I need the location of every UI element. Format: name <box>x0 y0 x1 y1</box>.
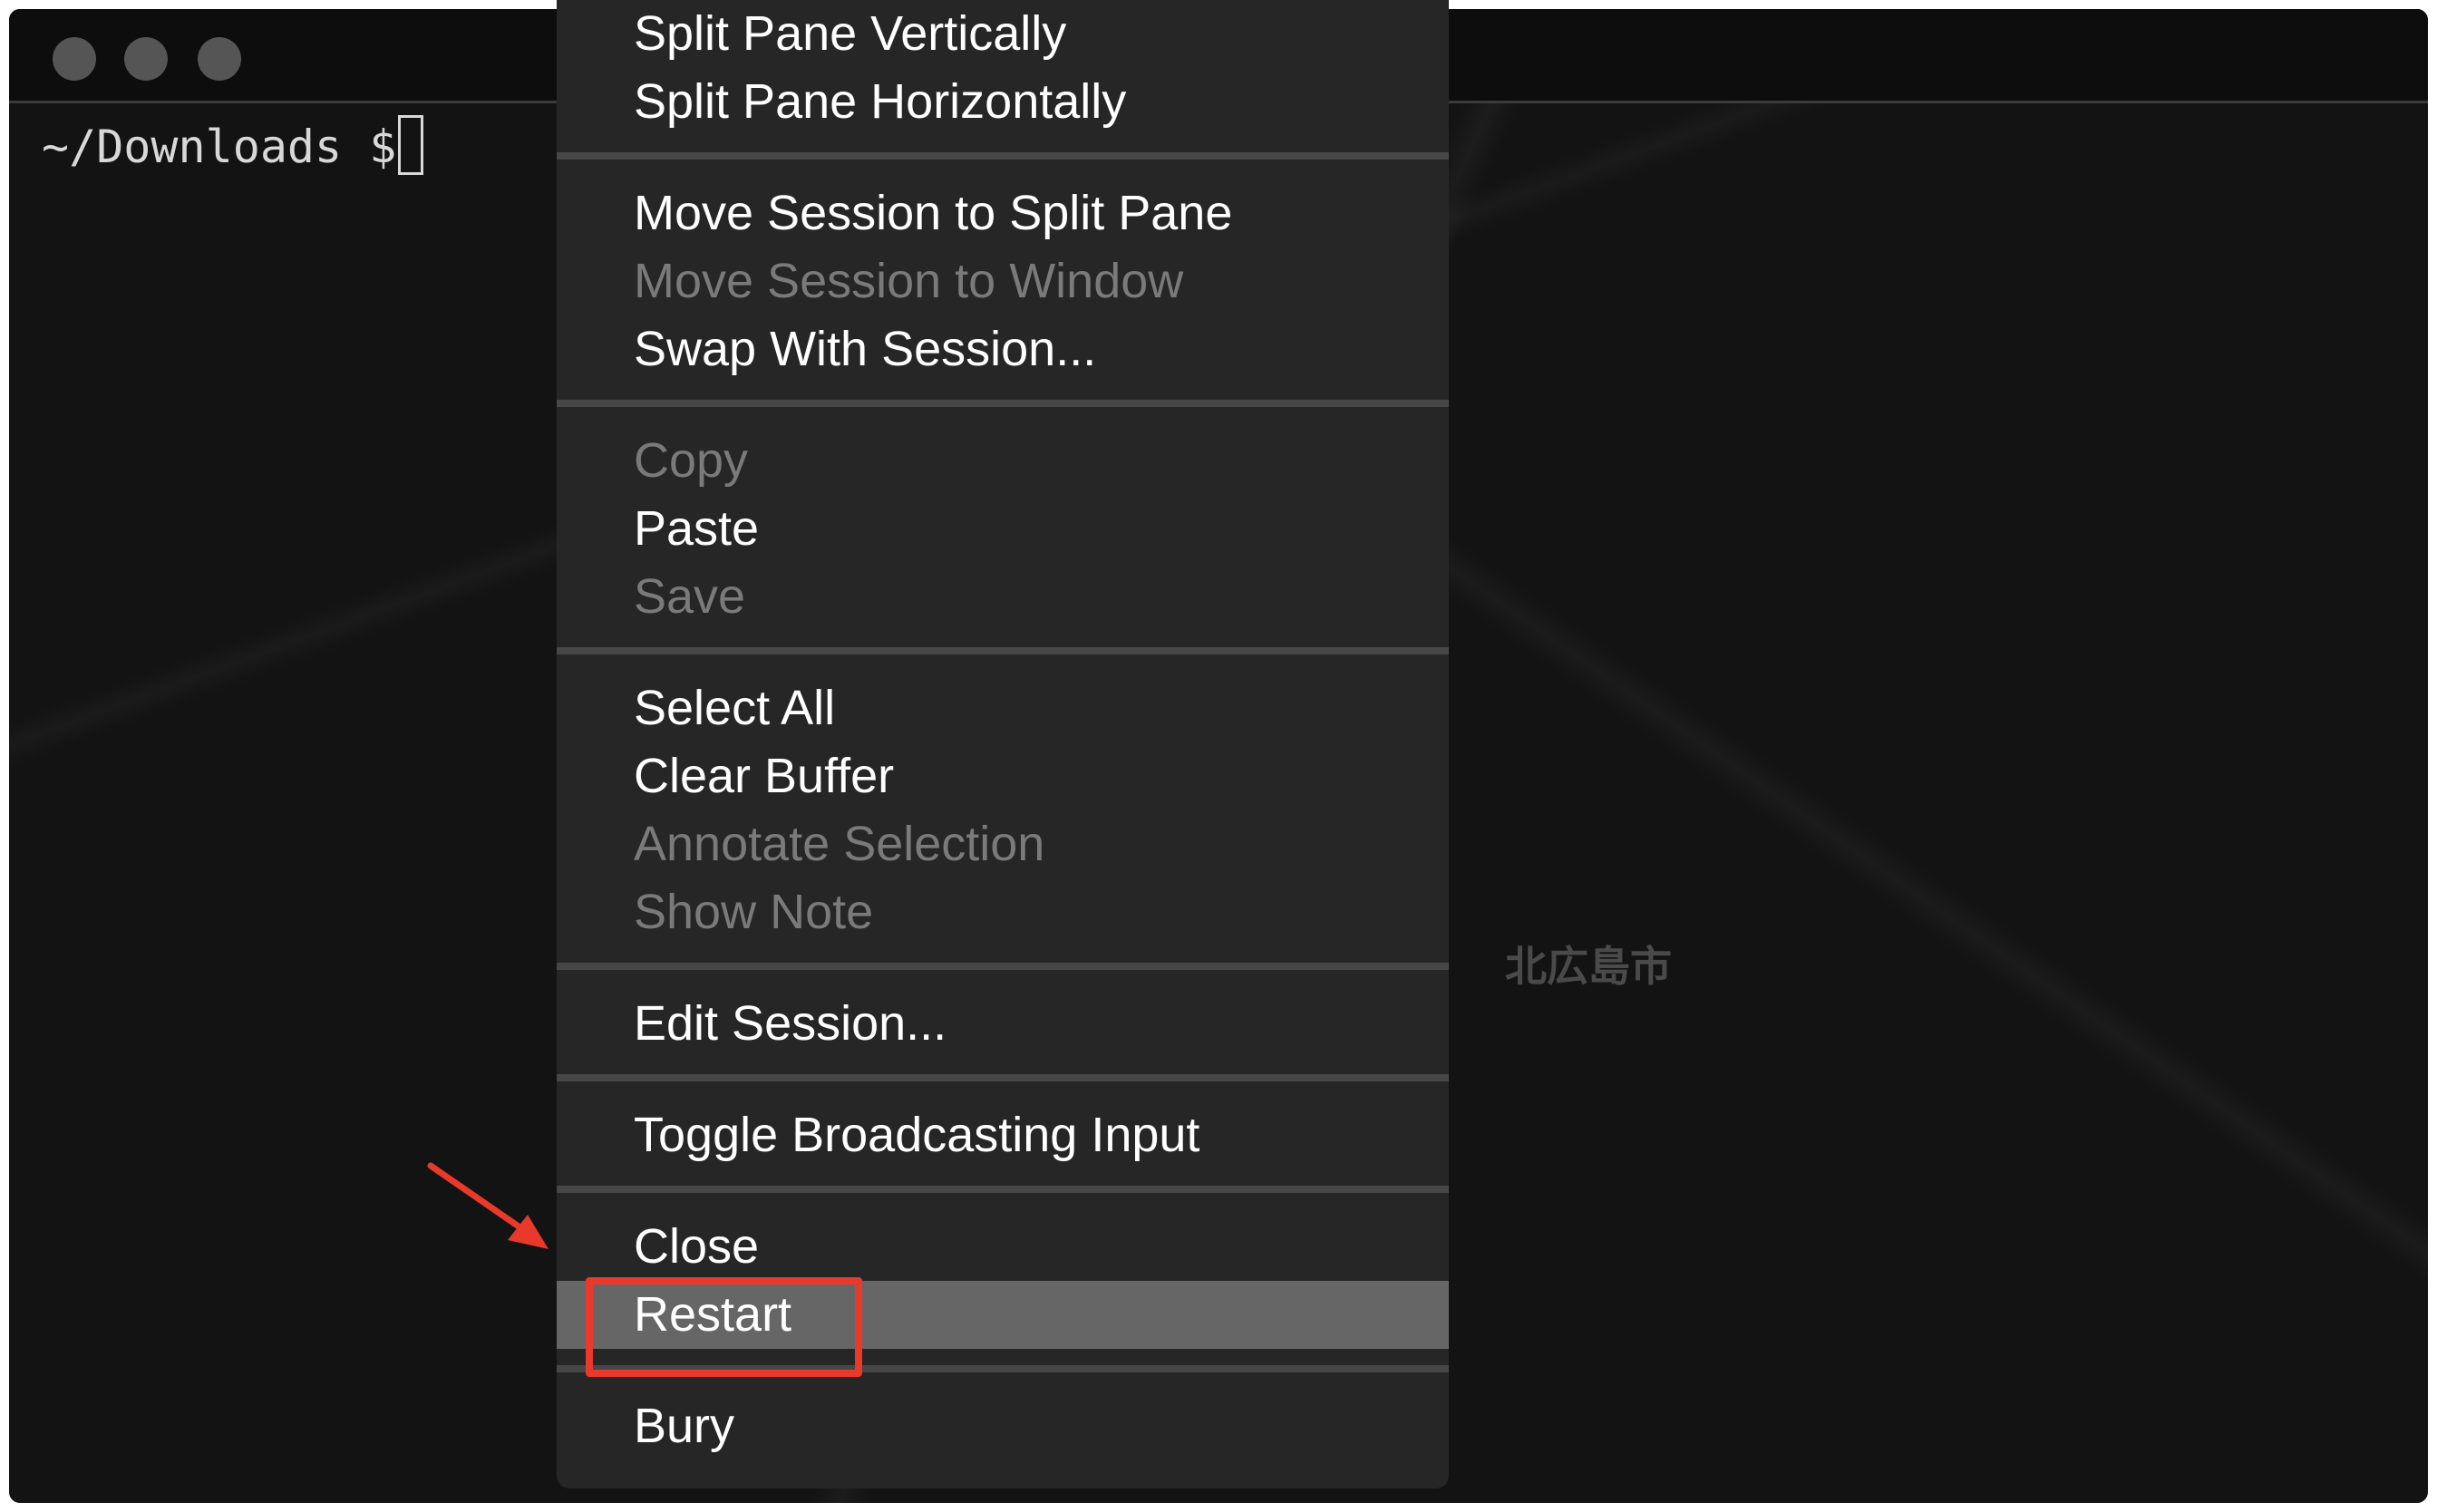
annotation-highlight-box <box>586 1277 862 1377</box>
annotation-arrow-icon <box>427 1162 549 1249</box>
